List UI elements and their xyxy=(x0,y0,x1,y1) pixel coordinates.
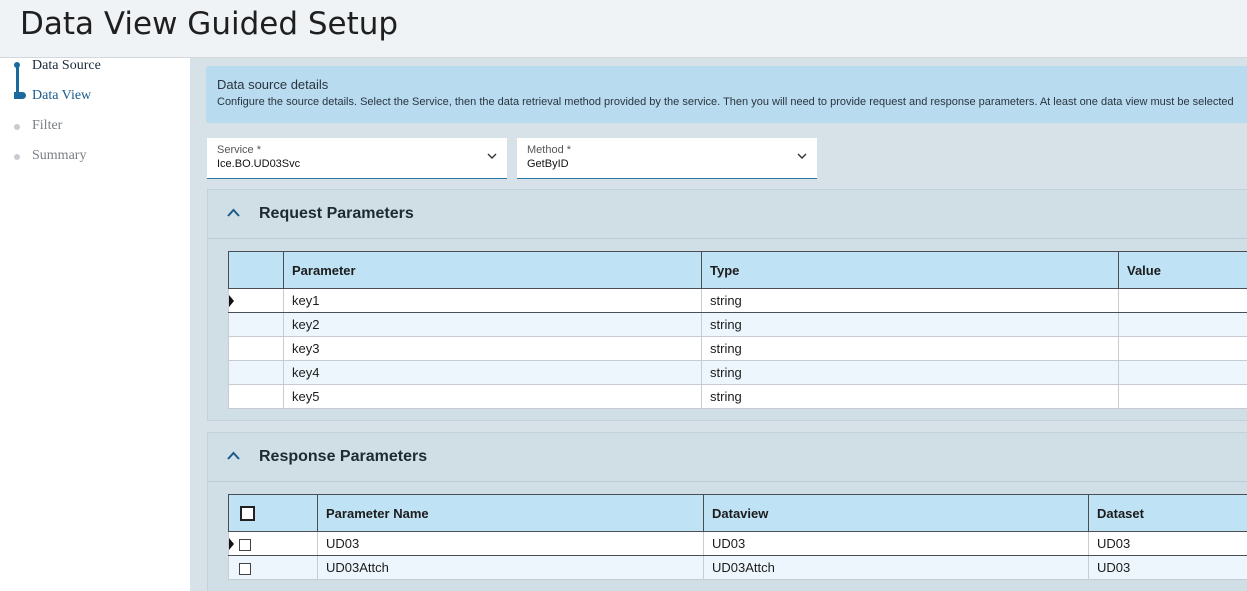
wizard-stepper: Data Source Data View Filter Summary xyxy=(0,58,190,591)
chevron-down-icon[interactable] xyxy=(797,151,807,161)
row-selector[interactable] xyxy=(228,288,284,313)
column-header-value[interactable]: Value xyxy=(1118,251,1247,289)
info-title: Data source details xyxy=(217,77,329,92)
current-row-indicator-icon xyxy=(229,538,234,550)
info-banner: Data source details Configure the source… xyxy=(206,66,1247,123)
table-row[interactable]: key5 string xyxy=(228,384,1247,409)
request-parameters-panel: Request Parameters Parameter Type Value … xyxy=(207,189,1247,421)
page-title: Data View Guided Setup xyxy=(20,6,399,42)
stepper-track xyxy=(16,64,19,95)
step-data-source[interactable]: Data Source xyxy=(32,58,101,74)
column-header-dataset[interactable]: Dataset xyxy=(1088,494,1247,532)
row-selector[interactable] xyxy=(228,384,284,409)
service-select[interactable]: Service * Ice.BO.UD03Svc xyxy=(207,138,507,179)
chevron-up-icon[interactable] xyxy=(227,208,240,218)
response-parameters-title: Response Parameters xyxy=(259,448,428,465)
table-row[interactable]: key1 string xyxy=(228,288,1247,313)
column-header-parameter-name[interactable]: Parameter Name xyxy=(317,494,704,532)
table-header-row: Parameter Type Value xyxy=(228,251,1247,289)
dataset-cell[interactable]: UD03 xyxy=(1088,531,1247,556)
info-description: Configure the source details. Select the… xyxy=(217,96,1234,108)
step-marker-data-view xyxy=(14,92,26,99)
column-header-dataview[interactable]: Dataview xyxy=(703,494,1089,532)
type-cell[interactable]: string xyxy=(701,384,1119,409)
chevron-up-icon[interactable] xyxy=(227,451,240,461)
row-selector[interactable] xyxy=(228,360,284,385)
parameter-cell[interactable]: key4 xyxy=(283,360,702,385)
table-header-row: Parameter Name Dataview Dataset xyxy=(228,494,1247,532)
step-dot-summary xyxy=(14,154,20,160)
step-dot-data-source xyxy=(14,62,20,68)
row-checkbox[interactable] xyxy=(239,562,251,575)
service-label: Service * xyxy=(217,144,262,156)
step-dot-filter xyxy=(14,124,20,130)
table-row[interactable]: UD03Attch UD03Attch UD03 xyxy=(228,555,1247,580)
response-parameters-table: Parameter Name Dataview Dataset UD03 UD0… xyxy=(228,494,1247,580)
response-parameters-header[interactable]: Response Parameters xyxy=(208,433,1247,482)
request-parameters-title: Request Parameters xyxy=(259,205,414,222)
table-row[interactable]: UD03 UD03 UD03 xyxy=(228,531,1247,556)
value-cell[interactable] xyxy=(1118,384,1247,409)
type-cell[interactable]: string xyxy=(701,360,1119,385)
response-parameters-panel: Response Parameters Parameter Name Datav… xyxy=(207,432,1247,591)
type-cell[interactable]: string xyxy=(701,336,1119,361)
method-select[interactable]: Method * GetByID xyxy=(517,138,817,179)
row-checkbox-cell[interactable] xyxy=(228,555,318,580)
current-row-indicator-icon xyxy=(229,295,234,307)
column-header-parameter[interactable]: Parameter xyxy=(283,251,702,289)
value-cell[interactable] xyxy=(1118,360,1247,385)
dataview-cell[interactable]: UD03 xyxy=(703,531,1089,556)
row-selector[interactable] xyxy=(228,336,284,361)
row-selector[interactable] xyxy=(228,312,284,337)
row-checkbox-cell[interactable] xyxy=(228,531,318,556)
value-cell[interactable] xyxy=(1118,336,1247,361)
value-cell[interactable] xyxy=(1118,312,1247,337)
select-all-header xyxy=(228,494,318,532)
parameter-name-cell[interactable]: UD03Attch xyxy=(317,555,704,580)
app-header: Data View Guided Setup xyxy=(0,0,1247,58)
select-all-checkbox[interactable] xyxy=(240,506,255,522)
table-row[interactable]: key3 string xyxy=(228,336,1247,361)
service-value: Ice.BO.UD03Svc xyxy=(217,158,301,170)
step-summary[interactable]: Summary xyxy=(32,148,86,164)
parameter-cell[interactable]: key5 xyxy=(283,384,702,409)
parameter-cell[interactable]: key1 xyxy=(283,288,702,313)
type-cell[interactable]: string xyxy=(701,288,1119,313)
table-row[interactable]: key2 string xyxy=(228,312,1247,337)
column-header-type[interactable]: Type xyxy=(701,251,1119,289)
dataset-cell[interactable]: UD03 xyxy=(1088,555,1247,580)
step-filter[interactable]: Filter xyxy=(32,118,62,134)
table-row[interactable]: key4 string xyxy=(228,360,1247,385)
main-content: Data source details Configure the source… xyxy=(190,58,1247,591)
type-cell[interactable]: string xyxy=(701,312,1119,337)
row-selector-header xyxy=(228,251,284,289)
chevron-down-icon[interactable] xyxy=(487,151,497,161)
step-data-view[interactable]: Data View xyxy=(32,88,91,104)
row-checkbox[interactable] xyxy=(239,538,251,551)
request-parameters-table: Parameter Type Value key1 string key2 st… xyxy=(228,251,1247,409)
dataview-cell[interactable]: UD03Attch xyxy=(703,555,1089,580)
parameter-name-cell[interactable]: UD03 xyxy=(317,531,704,556)
method-value: GetByID xyxy=(527,158,569,170)
request-parameters-header[interactable]: Request Parameters xyxy=(208,190,1247,239)
method-label: Method * xyxy=(527,144,572,156)
value-cell[interactable] xyxy=(1118,288,1247,313)
parameter-cell[interactable]: key2 xyxy=(283,312,702,337)
parameter-cell[interactable]: key3 xyxy=(283,336,702,361)
